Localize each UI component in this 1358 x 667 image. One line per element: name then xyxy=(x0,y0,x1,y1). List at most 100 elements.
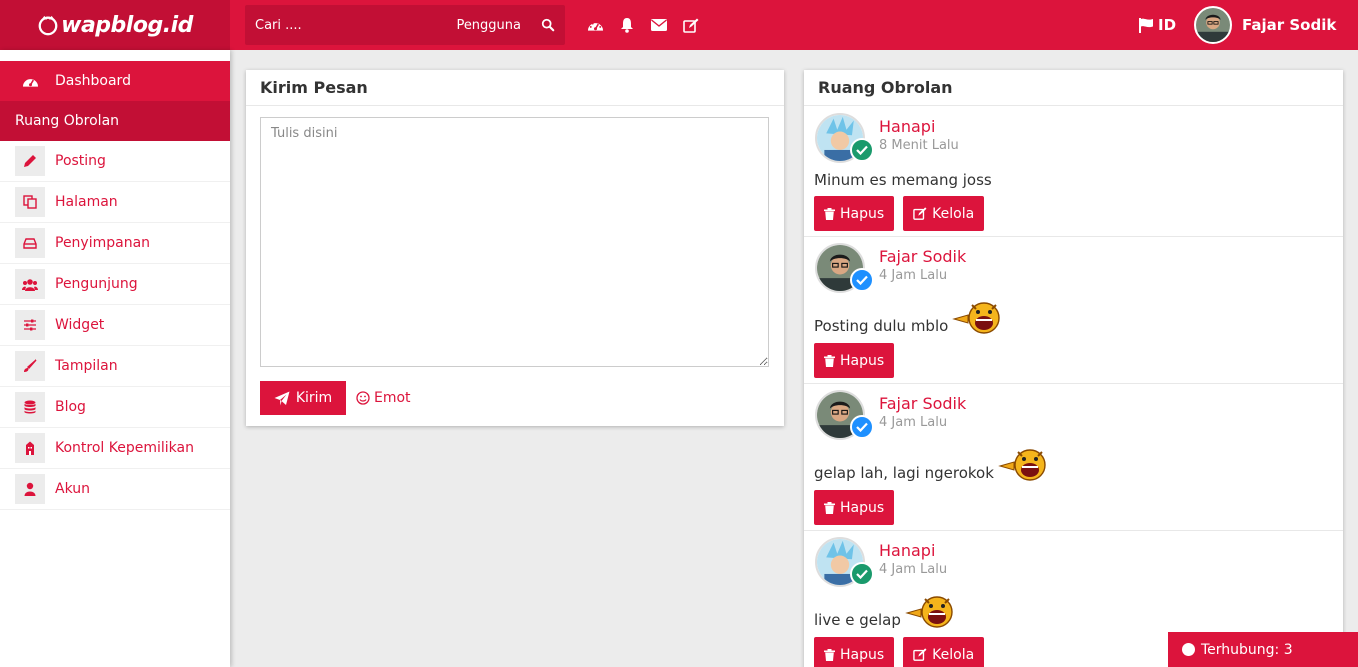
sidebar-item-label: Kontrol Kepemilikan xyxy=(55,440,194,456)
sidebar-item-label: Posting xyxy=(55,153,106,169)
message-input[interactable] xyxy=(260,117,769,367)
delete-button[interactable]: Hapus xyxy=(814,637,895,667)
sidebar-item-label: Akun xyxy=(55,481,90,497)
message-author[interactable]: Fajar Sodik xyxy=(879,394,966,413)
emot-button[interactable]: Emot xyxy=(356,381,411,415)
sidebar-item-penyimpanan[interactable]: Penyimpanan xyxy=(0,223,230,264)
users-icon xyxy=(15,269,45,299)
dashboard-icon[interactable] xyxy=(586,16,604,34)
database-icon xyxy=(15,392,45,422)
sidebar-item-posting[interactable]: Posting xyxy=(0,141,230,182)
verified-badge-icon xyxy=(850,562,874,586)
delete-button[interactable]: Hapus xyxy=(814,196,895,231)
laughing-emoticon-icon xyxy=(952,302,1000,334)
user-icon xyxy=(15,474,45,504)
message-time: 8 Menit Lalu xyxy=(879,138,959,153)
message-author[interactable]: Fajar Sodik xyxy=(879,247,966,266)
message-text: gelap lah, lagi ngerokok xyxy=(814,448,1050,482)
top-icon-group xyxy=(586,0,700,50)
sidebar-item-dashboard[interactable]: Dashboard xyxy=(0,61,230,101)
envelope-icon[interactable] xyxy=(650,16,668,34)
trash-icon xyxy=(824,648,835,661)
search-input[interactable] xyxy=(245,17,435,33)
sidebar-item-label: Tampilan xyxy=(55,358,118,374)
user-name: Fajar Sodik xyxy=(1242,16,1337,34)
sidebar-item-akun[interactable]: Akun xyxy=(0,469,230,510)
status-label: Terhubung: 3 xyxy=(1201,641,1293,658)
message-text: Minum es memang joss xyxy=(814,171,992,189)
logo-text: wapblog.id xyxy=(61,12,193,38)
status-dot-icon xyxy=(1182,643,1195,656)
copy-icon xyxy=(15,187,45,217)
paper-plane-icon xyxy=(274,391,290,405)
brand-logo[interactable]: wapblog.id xyxy=(0,0,230,50)
sidebar-item-label: Pengunjung xyxy=(55,276,138,292)
logo-cat-icon xyxy=(38,15,58,36)
sidebar-menu: Posting Halaman Penyimpanan Pengunjung W… xyxy=(0,141,230,510)
send-label: Kirim xyxy=(295,390,333,406)
top-navbar: wapblog.id Pengguna ID Fajar Sodik xyxy=(0,0,1358,50)
flag-icon xyxy=(1139,17,1153,33)
bell-icon[interactable] xyxy=(618,16,636,34)
avatar xyxy=(1194,6,1232,44)
trash-icon xyxy=(824,207,835,220)
sidebar-section-header: Ruang Obrolan xyxy=(0,101,230,141)
verified-badge-icon xyxy=(850,268,874,292)
search-icon xyxy=(541,18,555,32)
dashboard-icon xyxy=(15,66,45,96)
sidebar-item-pengunjung[interactable]: Pengunjung xyxy=(0,264,230,305)
sidebar-item-label: Blog xyxy=(55,399,86,415)
chat-message: Fajar Sodik 4 Jam Lalu gelap lah, lagi n… xyxy=(804,384,1343,531)
message-time: 4 Jam Lalu xyxy=(879,268,948,283)
message-time: 4 Jam Lalu xyxy=(879,562,948,577)
language-switcher[interactable]: ID xyxy=(1138,0,1176,50)
delete-button[interactable]: Hapus xyxy=(814,490,895,525)
sidebar-item-kontrol-kepemilikan[interactable]: Kontrol Kepemilikan xyxy=(0,428,230,469)
message-text: Posting dulu mblo xyxy=(814,301,1004,335)
edit-icon xyxy=(913,648,927,661)
pencil-icon xyxy=(15,146,45,176)
trash-icon xyxy=(824,354,835,367)
verified-badge-icon xyxy=(850,138,874,162)
message-author[interactable]: Hanapi xyxy=(879,117,935,136)
sidebar-item-blog[interactable]: Blog xyxy=(0,387,230,428)
language-label: ID xyxy=(1158,16,1177,34)
chat-panel: Ruang Obrolan Hanapi 8 Menit Lalu Minum … xyxy=(804,70,1343,667)
sidebar-item-widget[interactable]: Widget xyxy=(0,305,230,346)
sidebar-item-label: Halaman xyxy=(55,194,118,210)
sidebar-item-tampilan[interactable]: Tampilan xyxy=(0,346,230,387)
building-icon xyxy=(15,433,45,463)
smile-icon xyxy=(356,391,370,405)
sidebar-item-label: Penyimpanan xyxy=(55,235,151,251)
message-author[interactable]: Hanapi xyxy=(879,541,935,560)
chat-message: Fajar Sodik 4 Jam Lalu Posting dulu mblo… xyxy=(804,237,1343,384)
user-menu[interactable]: Fajar Sodik xyxy=(1194,0,1336,50)
sidebar: Dashboard Ruang Obrolan Posting Halaman … xyxy=(0,50,230,667)
edit-icon xyxy=(913,207,927,220)
delete-button[interactable]: Hapus xyxy=(814,343,895,378)
chat-title: Ruang Obrolan xyxy=(804,70,1343,106)
laughing-emoticon-icon xyxy=(905,596,953,628)
brush-icon xyxy=(15,351,45,381)
sliders-icon xyxy=(15,310,45,340)
message-time: 4 Jam Lalu xyxy=(879,415,948,430)
connection-status[interactable]: Terhubung: 3 xyxy=(1168,632,1358,667)
chat-message: Hanapi 8 Menit Lalu Minum es memang joss… xyxy=(804,107,1343,237)
laughing-emoticon-icon xyxy=(998,449,1046,481)
drive-icon xyxy=(15,228,45,258)
manage-button[interactable]: Kelola xyxy=(903,196,985,231)
edit-icon[interactable] xyxy=(682,16,700,34)
manage-button[interactable]: Kelola xyxy=(903,637,985,667)
sidebar-item-label: Dashboard xyxy=(55,73,131,89)
trash-icon xyxy=(824,501,835,514)
search-button[interactable] xyxy=(531,5,565,45)
compose-title: Kirim Pesan xyxy=(246,70,784,106)
emot-label: Emot xyxy=(374,390,411,406)
search-type-select[interactable]: Pengguna xyxy=(456,18,521,33)
send-button[interactable]: Kirim xyxy=(260,381,346,415)
message-text: live e gelap xyxy=(814,595,957,629)
compose-panel: Kirim Pesan Kirim Emot xyxy=(246,70,784,426)
sidebar-item-halaman[interactable]: Halaman xyxy=(0,182,230,223)
sidebar-item-label: Widget xyxy=(55,317,105,333)
verified-badge-icon xyxy=(850,415,874,439)
